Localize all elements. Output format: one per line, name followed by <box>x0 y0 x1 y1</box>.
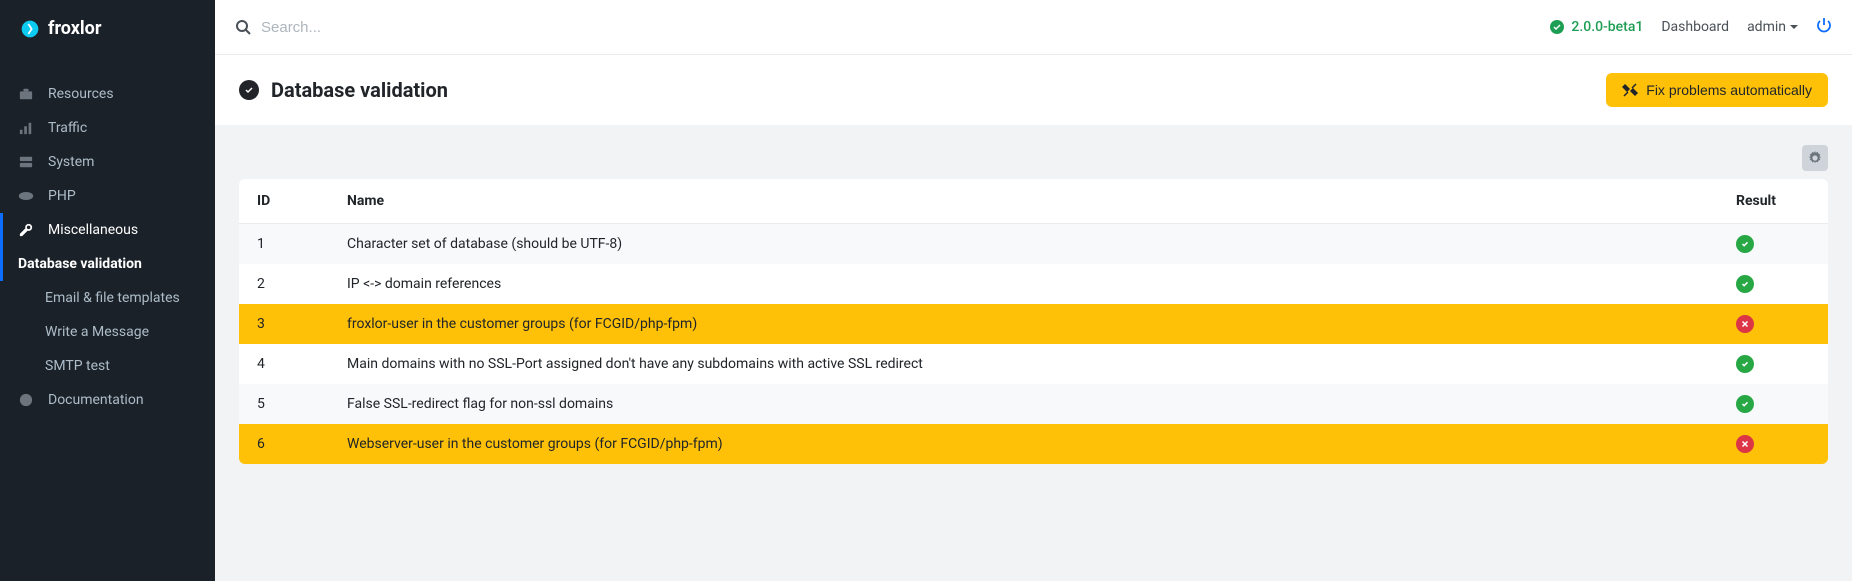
col-result-header[interactable]: Result <box>1718 179 1828 224</box>
sidebar-item-label: Documentation <box>48 392 144 408</box>
version-badge[interactable]: 2.0.0-beta1 <box>1549 19 1643 35</box>
server-icon <box>18 154 34 170</box>
sidebar-item-label: SMTP test <box>45 358 110 374</box>
row-name: Main domains with no SSL-Port assigned d… <box>329 344 1718 384</box>
table-row: 1Character set of database (should be UT… <box>239 224 1828 265</box>
gear-icon <box>1808 151 1822 165</box>
sidebar-item-miscellaneous[interactable]: Miscellaneous <box>0 213 215 247</box>
page-title: Database validation <box>271 78 448 102</box>
sidebar-item-label: Database validation <box>18 256 142 272</box>
row-result <box>1718 344 1828 384</box>
dashboard-link[interactable]: Dashboard <box>1661 19 1729 35</box>
row-name: IP <-> domain references <box>329 264 1718 304</box>
power-icon <box>1816 17 1832 33</box>
table-row: 3froxlor-user in the customer groups (fo… <box>239 304 1828 344</box>
row-name: Webserver-user in the customer groups (f… <box>329 424 1718 464</box>
row-name: froxlor-user in the customer groups (for… <box>329 304 1718 344</box>
sidebar-item-label: PHP <box>48 188 76 204</box>
caret-down-icon <box>1790 25 1798 29</box>
x-icon <box>1736 315 1754 333</box>
search-input[interactable] <box>261 19 561 36</box>
chart-icon <box>18 120 34 136</box>
sidebar-item-system[interactable]: System <box>0 145 215 179</box>
froxlor-icon <box>20 19 40 39</box>
row-result <box>1718 224 1828 265</box>
fix-problems-button[interactable]: Fix problems automatically <box>1606 73 1828 107</box>
topbar: 2.0.0-beta1 Dashboard admin <box>215 0 1852 55</box>
fix-button-label: Fix problems automatically <box>1646 82 1812 98</box>
row-id: 3 <box>239 304 329 344</box>
check-circle-icon <box>239 80 259 100</box>
info-icon <box>18 392 34 408</box>
sidebar-item-documentation[interactable]: Documentation <box>0 383 215 417</box>
wrench-icon <box>18 222 34 238</box>
sidebar-item-write-message[interactable]: Write a Message <box>0 315 215 349</box>
sidebar-item-traffic[interactable]: Traffic <box>0 111 215 145</box>
row-result <box>1718 264 1828 304</box>
table-settings-button[interactable] <box>1802 145 1828 171</box>
row-result <box>1718 424 1828 464</box>
logout-button[interactable] <box>1816 17 1832 37</box>
sidebar-item-email-templates[interactable]: Email & file templates <box>0 281 215 315</box>
brand-text: froxlor <box>48 18 101 39</box>
table-row: 2IP <-> domain references <box>239 264 1828 304</box>
sidebar-item-php[interactable]: PHP <box>0 179 215 213</box>
row-id: 4 <box>239 344 329 384</box>
col-name-header[interactable]: Name <box>329 179 1718 224</box>
page-header: Database validation Fix problems automat… <box>215 55 1852 125</box>
version-text: 2.0.0-beta1 <box>1571 19 1643 35</box>
row-result <box>1718 384 1828 424</box>
admin-label: admin <box>1747 19 1786 35</box>
table-row: 4Main domains with no SSL-Port assigned … <box>239 344 1828 384</box>
check-circle-icon <box>1549 19 1565 35</box>
brand-logo[interactable]: froxlor <box>0 0 215 57</box>
search-icon <box>235 19 251 35</box>
table-row: 6Webserver-user in the customer groups (… <box>239 424 1828 464</box>
sidebar-item-label: Miscellaneous <box>48 222 138 238</box>
validation-table: ID Name Result 1Character set of databas… <box>239 179 1828 464</box>
check-icon <box>1736 355 1754 373</box>
row-id: 6 <box>239 424 329 464</box>
sidebar-item-label: System <box>48 154 94 170</box>
table-row: 5False SSL-redirect flag for non-ssl dom… <box>239 384 1828 424</box>
tools-icon <box>1622 82 1638 98</box>
sidebar-item-label: Email & file templates <box>45 290 180 306</box>
sidebar-item-label: Traffic <box>48 120 87 136</box>
check-icon <box>1736 235 1754 253</box>
sidebar-item-label: Write a Message <box>45 324 149 340</box>
briefcase-icon <box>18 86 34 102</box>
php-icon <box>18 188 34 204</box>
row-result <box>1718 304 1828 344</box>
col-id-header[interactable]: ID <box>239 179 329 224</box>
row-name: Character set of database (should be UTF… <box>329 224 1718 265</box>
row-id: 1 <box>239 224 329 265</box>
sidebar-item-smtp-test[interactable]: SMTP test <box>0 349 215 383</box>
sidebar-item-resources[interactable]: Resources <box>0 77 215 111</box>
row-id: 2 <box>239 264 329 304</box>
main-area: 2.0.0-beta1 Dashboard admin Database val… <box>215 0 1852 581</box>
sidebar-item-label: Resources <box>48 86 114 102</box>
row-id: 5 <box>239 384 329 424</box>
sidebar: froxlor Resources Traffic System PHP Mis… <box>0 0 215 581</box>
check-icon <box>1736 275 1754 293</box>
admin-menu[interactable]: admin <box>1747 19 1798 35</box>
sidebar-item-database-validation[interactable]: Database validation <box>0 247 215 281</box>
check-icon <box>1736 395 1754 413</box>
row-name: False SSL-redirect flag for non-ssl doma… <box>329 384 1718 424</box>
x-icon <box>1736 435 1754 453</box>
